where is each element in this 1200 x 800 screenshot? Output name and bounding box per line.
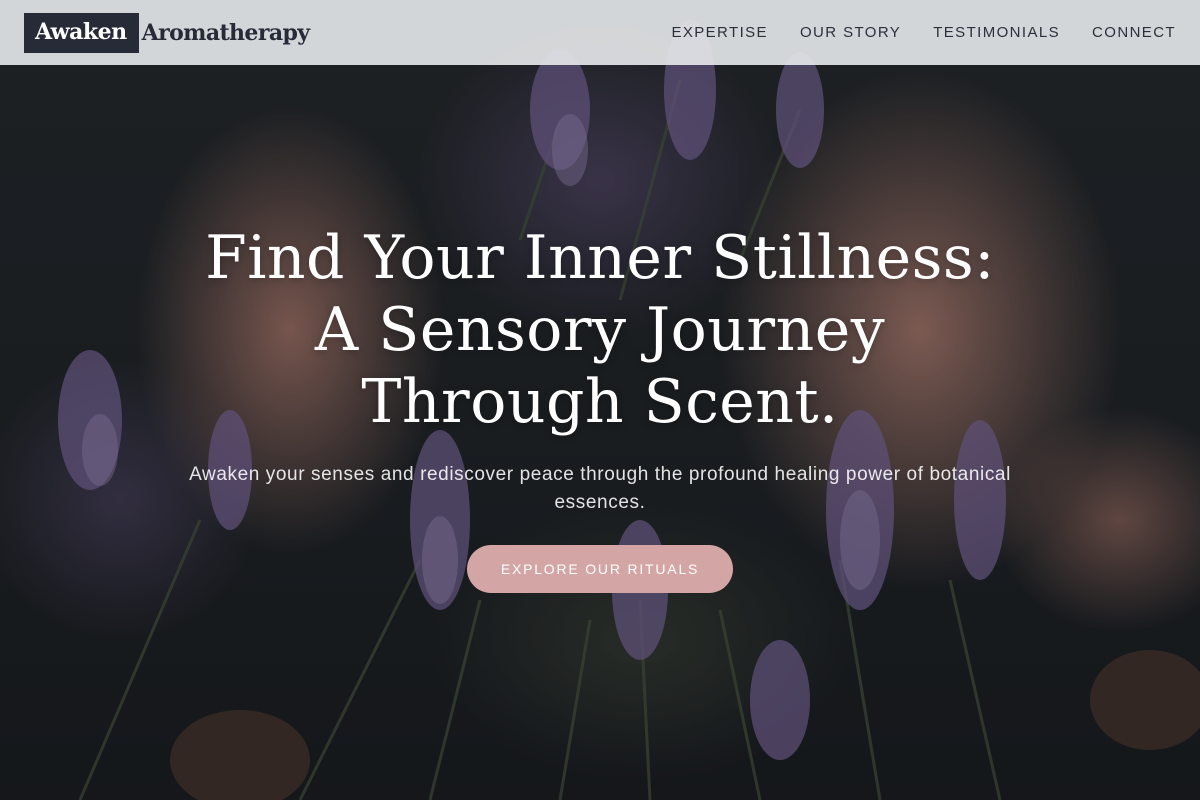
explore-rituals-button[interactable]: EXPLORE OUR RITUALS: [467, 545, 733, 593]
hero-heading: Find Your Inner Stillness: A Sensory Jou…: [100, 222, 1100, 438]
site-header: Awaken Aromatherapy EXPERTISE OUR STORY …: [0, 0, 1200, 65]
nav-link-testimonials[interactable]: TESTIMONIALS: [933, 24, 1060, 41]
hero-heading-line-2: A Sensory Journey: [314, 295, 886, 365]
logo-wordmark-box: Awaken: [24, 12, 139, 53]
main-navigation: EXPERTISE OUR STORY TESTIMONIALS CONNECT: [671, 24, 1176, 41]
hero-subtitle: Awaken your senses and rediscover peace …: [189, 464, 1011, 513]
nav-link-our-story[interactable]: OUR STORY: [800, 24, 901, 41]
brand-logo[interactable]: Awaken Aromatherapy: [24, 12, 310, 53]
nav-link-connect[interactable]: CONNECT: [1092, 24, 1176, 41]
hero-section: Find Your Inner Stillness: A Sensory Jou…: [0, 0, 1200, 800]
logo-wordmark-text: Aromatherapy: [141, 19, 310, 46]
hero-heading-line-3: Through Scent.: [361, 367, 839, 437]
nav-link-expertise[interactable]: EXPERTISE: [671, 24, 768, 41]
hero-heading-line-1: Find Your Inner Stillness:: [205, 223, 995, 293]
